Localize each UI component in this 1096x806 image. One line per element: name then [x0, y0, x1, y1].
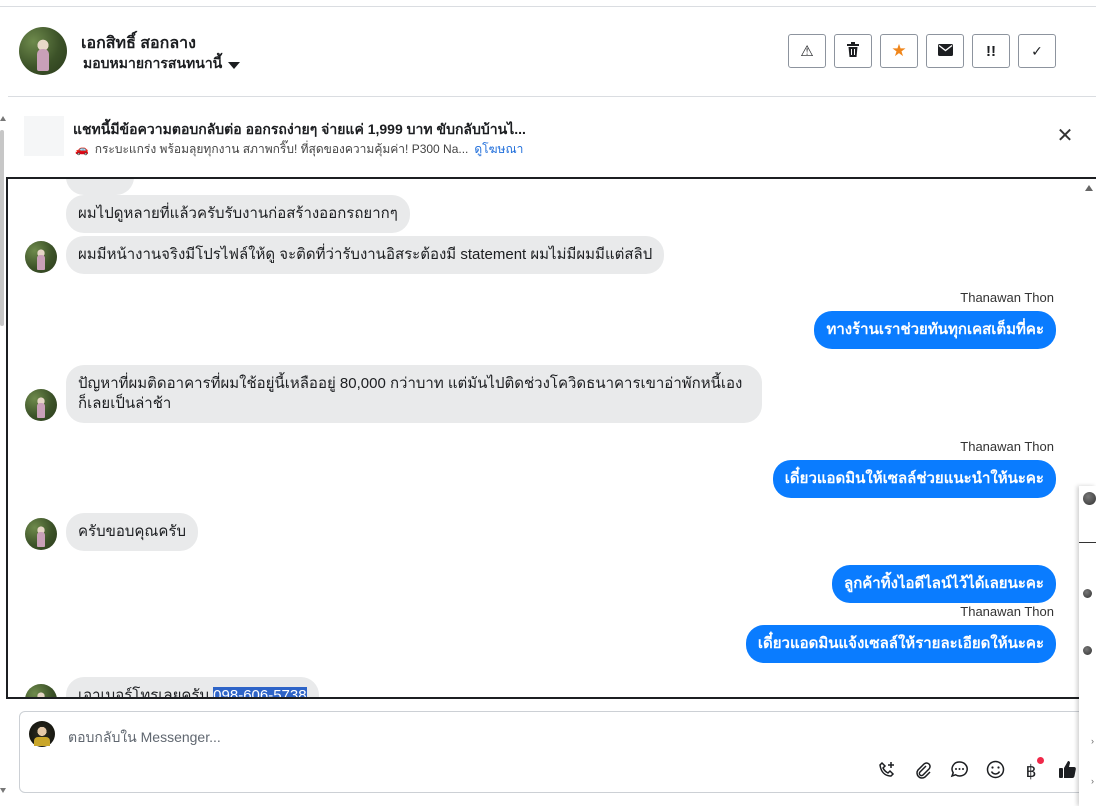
ad-context-banner: แชทนี้มีข้อความตอบกลับต่อ ออกรถง่ายๆ จ่า…	[8, 97, 1096, 175]
mark-done-button[interactable]: ✓	[1018, 34, 1056, 68]
incoming-message: ปัญหาที่ผมติดอาคารที่ผมใช้อยู่นี้เหลืออย…	[66, 365, 762, 423]
delete-button[interactable]	[834, 34, 872, 68]
ad-thumbnail	[24, 116, 64, 156]
outgoing-message: ทางร้านเราช่วยทันทุกเคสเต็มที่คะ	[814, 311, 1056, 349]
assign-label: มอบหมายการสนทนานี้	[83, 55, 223, 71]
contact-avatar[interactable]	[25, 389, 57, 421]
payment-button[interactable]: ฿	[1020, 757, 1044, 783]
trash-icon	[846, 41, 860, 61]
report-spam-button[interactable]: ⚠	[788, 34, 826, 68]
thumbs-up-icon	[1058, 760, 1077, 784]
reply-composer: ตอบกลับใน Messenger... ฿	[19, 711, 1096, 793]
incoming-message: ผมมีหน้างานจริงมีโปรไฟล์ให้ดู จะติดที่ว่…	[66, 236, 665, 274]
mark-unread-button[interactable]	[926, 34, 964, 68]
conversation-header: เอกสิทธิ์ สอกลาง มอบหมายการสนทนานี้ ⚠ ★	[8, 7, 1096, 97]
chat-bubble-icon	[950, 760, 969, 784]
phone-plus-icon	[878, 761, 896, 784]
ad-subtitle-row: 🚗 กระบะแกร่ง พร้อมลุยทุกงาน สภาพกริ๊บ! ท…	[75, 140, 523, 159]
car-icon: 🚗	[75, 144, 89, 156]
paperclip-icon	[914, 761, 932, 784]
emoji-button[interactable]	[984, 760, 1006, 784]
saved-replies-button[interactable]	[948, 761, 970, 783]
follow-up-button[interactable]: !!	[972, 34, 1010, 68]
avatar[interactable]	[1083, 646, 1092, 655]
header-toolbar: ⚠ ★ !! ✓	[788, 34, 1056, 68]
contact-avatar[interactable]	[25, 684, 57, 697]
view-ad-link[interactable]: ดูโฆษณา	[474, 140, 523, 159]
attach-button[interactable]	[912, 761, 934, 783]
sender-name: Thanawan Thon	[960, 604, 1054, 619]
message-line: ปัญหาที่ผมติดอาคารที่ผมใช้อยู่นี้เหลืออย…	[78, 375, 743, 392]
ad-subtitle: กระบะแกร่ง พร้อมลุยทุกงาน สภาพกริ๊บ! ที่…	[94, 142, 469, 156]
side-panel-edge: › ›	[1079, 486, 1096, 806]
smiley-icon	[986, 760, 1005, 784]
incoming-message: ผมไปดูหลายที่แล้วครับรับงานก่อสร้างออกรถ…	[66, 195, 410, 233]
contact-avatar[interactable]	[25, 518, 57, 550]
scroll-up-arrow-icon[interactable]	[1085, 185, 1093, 191]
avatar[interactable]	[1083, 589, 1092, 598]
incoming-message: เอาเบอร์โทรเลยครับ 098-606-5738	[66, 677, 319, 699]
close-icon[interactable]: ✕	[1054, 125, 1076, 147]
left-scrollbar[interactable]	[0, 130, 4, 326]
scroll-down-arrow-icon[interactable]	[0, 788, 6, 793]
sender-name: Thanawan Thon	[960, 290, 1054, 305]
contact-avatar[interactable]	[25, 241, 57, 273]
outgoing-message: เดี๋ยวแอดมินแจ้งเซลล์ให้รายละเอียดให้นะค…	[745, 625, 1056, 663]
ad-title: แชทนี้มีข้อความตอบกลับต่อ ออกรถง่ายๆ จ่า…	[73, 121, 526, 137]
like-button[interactable]	[1056, 761, 1078, 783]
message-text: เอาเบอร์โทรเลยครับ	[78, 687, 209, 699]
composer-toolbar: ฿	[876, 757, 1078, 784]
call-button[interactable]	[876, 761, 898, 783]
warning-icon: ⚠	[800, 43, 814, 60]
notification-dot	[1037, 757, 1044, 764]
reply-input[interactable]: ตอบกลับใน Messenger...	[68, 727, 221, 749]
star-button[interactable]: ★	[880, 34, 918, 68]
contact-avatar[interactable]	[19, 27, 67, 75]
mail-icon	[937, 43, 953, 60]
star-icon: ★	[891, 41, 907, 60]
message-bubble-partial	[66, 179, 134, 195]
phone-number-selected[interactable]: 098-606-5738	[213, 687, 307, 697]
assign-conversation-dropdown[interactable]: มอบหมายการสนทนานี้	[83, 53, 241, 75]
incoming-message: ครับขอบคุณครับ	[66, 513, 198, 551]
inbox-page: เอกสิทธิ์ สอกลาง มอบหมายการสนทนานี้ ⚠ ★	[0, 0, 1096, 806]
check-icon: ✓	[1031, 42, 1043, 59]
baht-icon: ฿	[1025, 762, 1037, 781]
follow-up-icon: !!	[986, 42, 996, 60]
page-avatar	[29, 721, 55, 747]
outgoing-message: เดี๋ยวแอดมินให้เซลล์ช่วยแนะนำให้นะคะ	[772, 460, 1056, 498]
caret-down-icon	[228, 61, 241, 69]
sender-name: Thanawan Thon	[960, 439, 1054, 454]
scroll-up-arrow-icon[interactable]	[0, 116, 6, 121]
message-thread[interactable]: ผมไปดูหลายที่แล้วครับรับงานก่อสร้างออกรถ…	[6, 177, 1096, 699]
avatar[interactable]	[1083, 492, 1096, 505]
scroll-mark: ›	[1091, 776, 1094, 786]
message-line: ก็เลยเป็นล่าช้า	[78, 395, 172, 412]
outgoing-message: ลูกค้าทิ้งไอดีไลน์ไว้ได้เลยนะคะ	[832, 565, 1056, 603]
scroll-mark: ›	[1091, 736, 1094, 746]
divider	[1079, 542, 1096, 543]
